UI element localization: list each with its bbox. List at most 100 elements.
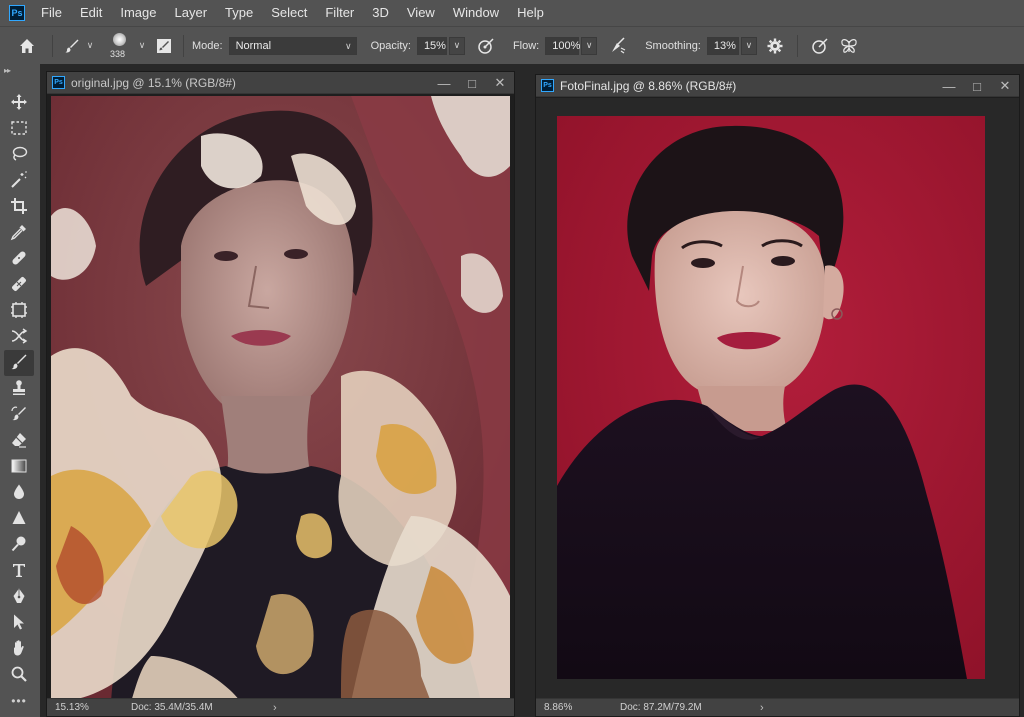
menu-type[interactable]: Type bbox=[216, 0, 262, 26]
eyedropper-icon bbox=[10, 223, 28, 244]
document-title: FotoFinal.jpg @ 8.86% (RGB/8#) bbox=[560, 78, 737, 93]
ps-document-icon: Ps bbox=[541, 79, 554, 92]
minimize-icon[interactable]: — bbox=[941, 78, 957, 94]
pen-tool[interactable] bbox=[4, 584, 34, 610]
app-logo: Ps bbox=[9, 5, 25, 21]
brush-preset-icon[interactable] bbox=[61, 38, 83, 54]
content-aware-move-tool[interactable] bbox=[4, 324, 34, 350]
drop-icon bbox=[10, 483, 28, 504]
smoothing-label: Smoothing: bbox=[645, 39, 701, 52]
maximize-icon[interactable]: □ bbox=[464, 75, 480, 91]
menu-image[interactable]: Image bbox=[111, 0, 165, 26]
frame-tool[interactable] bbox=[4, 298, 34, 324]
brush-tool[interactable] bbox=[4, 350, 34, 376]
damaged-portrait-image bbox=[51, 96, 510, 702]
flow-value: 100% bbox=[552, 39, 581, 52]
gear-icon[interactable] bbox=[761, 38, 789, 54]
menu-3d[interactable]: 3D bbox=[363, 0, 398, 26]
eyedropper-tool[interactable] bbox=[4, 220, 34, 246]
maximize-icon[interactable]: □ bbox=[969, 78, 985, 94]
eraser-tool[interactable] bbox=[4, 428, 34, 454]
more-tools-icon[interactable]: ••• bbox=[4, 688, 34, 714]
move-icon bbox=[10, 93, 28, 114]
dodge-icon bbox=[10, 535, 28, 556]
hand-tool[interactable] bbox=[4, 636, 34, 662]
pressure-size-icon[interactable] bbox=[806, 37, 834, 55]
history-brush-tool[interactable] bbox=[4, 402, 34, 428]
ps-document-icon: Ps bbox=[52, 76, 65, 89]
menu-bar: Ps File Edit Image Layer Type Select Fil… bbox=[0, 0, 1024, 26]
status-bar: 8.86% Doc: 87.2M/79.2M › bbox=[536, 698, 1019, 716]
menu-file[interactable]: File bbox=[37, 0, 71, 26]
brush-settings-icon[interactable] bbox=[153, 38, 175, 54]
dodge-tool[interactable] bbox=[4, 532, 34, 558]
opacity-field[interactable]: 15% bbox=[416, 36, 447, 55]
status-menu-arrow-icon[interactable]: › bbox=[760, 702, 764, 714]
healing-brush-tool[interactable] bbox=[4, 272, 34, 298]
close-icon[interactable]: ✕ bbox=[997, 78, 1013, 94]
brush-size-preview[interactable]: 338 bbox=[105, 29, 135, 63]
mode-label: Mode: bbox=[192, 39, 223, 52]
document-window-final: Ps FotoFinal.jpg @ 8.86% (RGB/8#) — □ ✕ bbox=[535, 74, 1020, 717]
crop-icon bbox=[10, 197, 28, 218]
menu-layer[interactable]: Layer bbox=[166, 0, 217, 26]
document-title-bar[interactable]: Ps original.jpg @ 15.1% (RGB/8#) — □ ✕ bbox=[47, 72, 514, 94]
menu-filter[interactable]: Filter bbox=[316, 0, 363, 26]
home-icon[interactable] bbox=[10, 38, 44, 54]
marquee-tool[interactable] bbox=[4, 116, 34, 142]
mode-dropdown[interactable]: Normal ∨ bbox=[228, 36, 357, 55]
move-tool[interactable] bbox=[4, 90, 34, 116]
sharpen-tool[interactable] bbox=[4, 506, 34, 532]
smoothing-field[interactable]: 13% bbox=[706, 36, 739, 55]
zoom-level[interactable]: 15.13% bbox=[47, 702, 131, 713]
spot-healing-tool[interactable] bbox=[4, 246, 34, 272]
opacity-value: 15% bbox=[423, 39, 446, 52]
brush-icon bbox=[10, 353, 28, 374]
smoothing-chevron-icon[interactable]: ∨ bbox=[740, 36, 757, 55]
blur-tool[interactable] bbox=[4, 480, 34, 506]
soft-brush-icon bbox=[113, 32, 126, 46]
pressure-opacity-icon[interactable] bbox=[471, 37, 501, 55]
bandage-icon bbox=[10, 249, 28, 270]
photoshop-window: Ps File Edit Image Layer Type Select Fil… bbox=[0, 0, 1024, 717]
marquee-icon bbox=[10, 119, 28, 140]
chevron-down-icon[interactable]: ∨ bbox=[83, 40, 97, 51]
history-brush-icon bbox=[10, 405, 28, 426]
menu-select[interactable]: Select bbox=[262, 0, 316, 26]
zoom-tool[interactable] bbox=[4, 662, 34, 688]
airbrush-icon[interactable] bbox=[603, 36, 633, 55]
lasso-icon bbox=[10, 145, 28, 166]
zoom-level[interactable]: 8.86% bbox=[536, 702, 620, 713]
brush-size-value: 338 bbox=[110, 48, 126, 59]
gradient-tool[interactable] bbox=[4, 454, 34, 480]
symmetry-butterfly-icon[interactable] bbox=[834, 37, 864, 55]
flow-field[interactable]: 100% bbox=[545, 36, 581, 55]
crop-tool[interactable] bbox=[4, 194, 34, 220]
menu-edit[interactable]: Edit bbox=[71, 0, 111, 26]
panel-collapse-icon[interactable]: ▸▸ bbox=[4, 66, 11, 75]
opacity-chevron-icon[interactable]: ∨ bbox=[448, 36, 465, 55]
menu-help[interactable]: Help bbox=[508, 0, 553, 26]
doc-size-info: Doc: 87.2M/79.2M bbox=[620, 702, 702, 713]
menu-view[interactable]: View bbox=[398, 0, 444, 26]
gradient-icon bbox=[10, 457, 28, 478]
restored-photo-canvas[interactable] bbox=[557, 116, 985, 679]
document-title-bar[interactable]: Ps FotoFinal.jpg @ 8.86% (RGB/8#) — □ ✕ bbox=[536, 75, 1019, 97]
status-menu-arrow-icon[interactable]: › bbox=[273, 702, 277, 714]
flow-chevron-icon[interactable]: ∨ bbox=[581, 36, 598, 55]
document-window-original: Ps original.jpg @ 15.1% (RGB/8#) — □ ✕ 1… bbox=[46, 71, 515, 717]
type-tool[interactable] bbox=[4, 558, 34, 584]
minimize-icon[interactable]: — bbox=[436, 75, 452, 91]
close-icon[interactable]: ✕ bbox=[492, 75, 508, 91]
original-photo-canvas[interactable] bbox=[51, 96, 510, 702]
menu-window[interactable]: Window bbox=[444, 0, 508, 26]
eraser-icon bbox=[10, 431, 28, 452]
lasso-tool[interactable] bbox=[4, 142, 34, 168]
path-selection-tool[interactable] bbox=[4, 610, 34, 636]
document-title: original.jpg @ 15.1% (RGB/8#) bbox=[71, 75, 236, 90]
magic-wand-tool[interactable] bbox=[4, 168, 34, 194]
clone-stamp-tool[interactable] bbox=[4, 376, 34, 402]
chevron-down-icon[interactable]: ∨ bbox=[135, 40, 149, 51]
stamp-icon bbox=[10, 379, 28, 400]
arrow-icon bbox=[10, 613, 28, 634]
